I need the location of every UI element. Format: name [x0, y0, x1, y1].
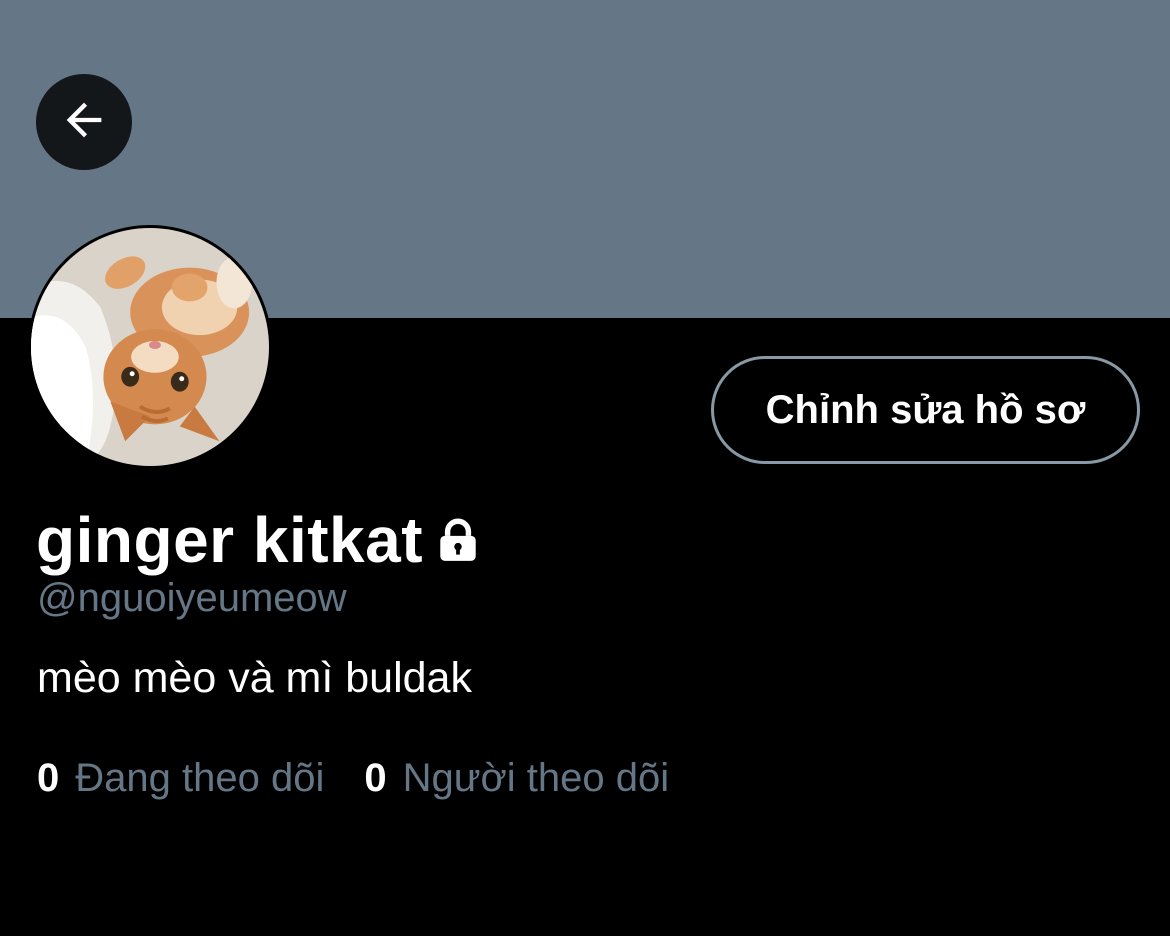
followers-count: 0	[364, 756, 387, 800]
lock-icon	[433, 515, 483, 565]
display-name: ginger kitkat	[36, 504, 424, 576]
following-count: 0	[37, 756, 60, 800]
profile-stats: 0 Đang theo dõi 0 Người theo dõi	[37, 756, 669, 801]
arrow-left-icon	[58, 94, 110, 151]
edit-profile-button[interactable]: Chỉnh sửa hồ sơ	[711, 356, 1140, 464]
followers-stat[interactable]: 0 Người theo dõi	[364, 756, 669, 801]
kitten-avatar-image	[31, 228, 269, 466]
back-button[interactable]	[36, 74, 132, 170]
following-stat[interactable]: 0 Đang theo dõi	[37, 756, 324, 801]
avatar[interactable]	[28, 225, 272, 469]
profile-bio: mèo mèo và mì buldak	[37, 654, 472, 702]
following-label: Đang theo dõi	[75, 756, 325, 800]
profile-name-row: ginger kitkat	[36, 500, 483, 580]
followers-label: Người theo dõi	[402, 756, 670, 800]
edit-profile-label: Chỉnh sửa hồ sơ	[765, 387, 1086, 432]
user-handle: @nguoiyeumeow	[37, 576, 347, 620]
